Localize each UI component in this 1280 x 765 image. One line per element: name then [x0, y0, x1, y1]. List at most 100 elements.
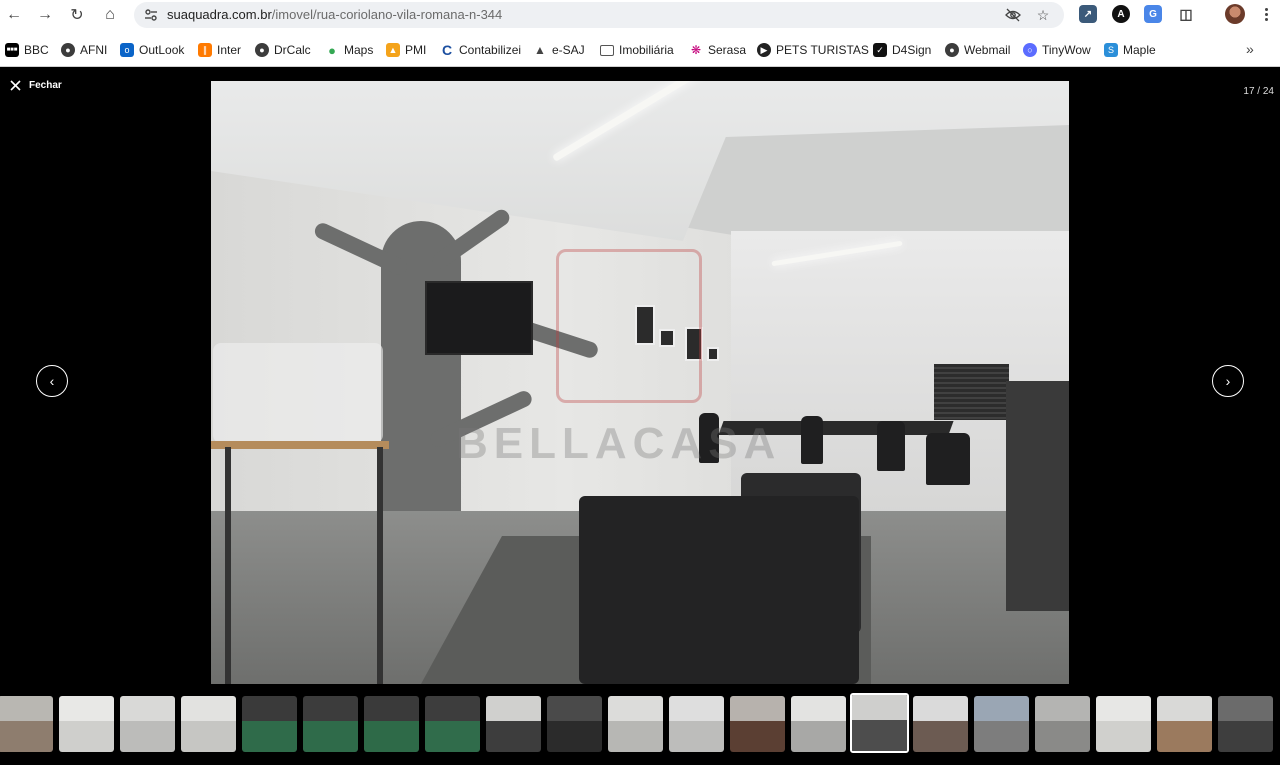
folder-icon — [600, 44, 614, 56]
maps-pin-icon: ● — [328, 42, 336, 58]
bookmark-label: D4Sign — [892, 43, 932, 57]
inter-icon: ∥ — [198, 43, 212, 57]
thumbnail[interactable] — [669, 696, 724, 752]
thumbnail[interactable] — [547, 696, 602, 752]
main-photo: BELLACASA — [211, 81, 1069, 684]
translate-icon[interactable]: G — [1144, 5, 1162, 23]
thumbnail[interactable] — [730, 696, 785, 752]
thumbnail[interactable] — [608, 696, 663, 752]
thumbnail[interactable] — [1157, 696, 1212, 752]
bbc-icon: ■■■ — [5, 43, 19, 57]
bookmark-serasa[interactable]: ❋ Serasa — [689, 42, 746, 58]
reload-icon[interactable]: ↻ — [66, 4, 88, 26]
bookmark-label: Serasa — [708, 43, 747, 57]
bookmark-drcalc[interactable]: ● DrCalc — [255, 42, 311, 58]
bookmark-label: PMI — [405, 43, 427, 57]
url-domain: suaquadra.com.br — [167, 7, 272, 22]
globe-icon: ● — [945, 43, 959, 57]
next-photo-button[interactable]: › — [1212, 365, 1244, 397]
thumbnail[interactable] — [486, 696, 541, 752]
bookmark-label: AFNI — [80, 43, 108, 57]
bookmark-pmi[interactable]: ▲ PMI — [386, 42, 426, 58]
bookmark-inter[interactable]: ∥ Inter — [198, 42, 241, 58]
thumbnail[interactable] — [0, 696, 53, 752]
contabilizei-icon: C — [441, 42, 453, 58]
bookmark-maple[interactable]: S Maple — [1104, 42, 1156, 58]
bookmark-imobiliaria[interactable]: Imobiliária — [600, 42, 674, 58]
thumbnail[interactable] — [364, 696, 419, 752]
url-path: /imovel/rua-coriolano-vila-romana-n-344 — [271, 7, 503, 22]
watermark-logo — [556, 249, 702, 403]
outlook-icon: o — [120, 43, 134, 57]
bookmark-label: Inter — [217, 43, 242, 57]
pets-icon: ▶ — [757, 43, 771, 57]
extension-a-icon[interactable]: A — [1112, 5, 1130, 23]
bookmark-contabilizei[interactable]: C Contabilizei — [440, 42, 521, 58]
d4sign-icon: ✓ — [873, 43, 887, 57]
close-icon — [10, 79, 21, 91]
bookmark-label: Maple — [1123, 43, 1156, 57]
back-arrow-icon[interactable]: ← — [3, 4, 25, 26]
close-button[interactable]: Fechar — [10, 77, 62, 93]
thumbnail[interactable] — [1218, 696, 1273, 752]
esaj-icon: ▲ — [534, 43, 546, 57]
address-bar[interactable]: suaquadra.com.br/imovel/rua-coriolano-vi… — [134, 2, 1064, 28]
thumbnail[interactable] — [1035, 696, 1090, 752]
profile-avatar[interactable] — [1225, 4, 1245, 24]
bookmark-tinywow[interactable]: ○ TinyWow — [1023, 42, 1091, 58]
bookmark-webmail[interactable]: ● Webmail — [945, 42, 1010, 58]
browser-menu-icon[interactable] — [1258, 4, 1274, 24]
bookmark-outlook[interactable]: o OutLook — [120, 42, 184, 58]
bookmark-label: BBC — [24, 43, 49, 57]
browser-chrome: ← → ↻ ⌂ suaquadra.com.br/imovel/rua-cori… — [0, 0, 1280, 67]
bookmark-label: Contabilizei — [459, 43, 522, 57]
pmi-icon: ▲ — [386, 43, 400, 57]
bookmark-maps[interactable]: ● Maps — [325, 42, 373, 58]
chevron-right-icon: › — [1225, 373, 1231, 389]
bookmark-label: e-SAJ — [552, 43, 585, 57]
extensions-puzzle-icon[interactable]: ◫ — [1177, 5, 1195, 23]
tinywow-icon: ○ — [1023, 43, 1037, 57]
watermark-text: BELLACASA — [456, 419, 782, 468]
thumbnail[interactable] — [242, 696, 297, 752]
bookmark-bbc[interactable]: ■■■ BBC — [5, 42, 49, 58]
browser-toolbar: ← → ↻ ⌂ suaquadra.com.br/imovel/rua-cori… — [0, 0, 1280, 30]
bookmark-pets-turistas[interactable]: ▶ PETS TURISTAS — [757, 42, 869, 58]
bookmark-esaj[interactable]: ▲ e-SAJ — [533, 42, 585, 58]
close-label: Fechar — [29, 79, 62, 91]
bookmark-label: DrCalc — [274, 43, 311, 57]
home-icon[interactable]: ⌂ — [99, 4, 121, 26]
thumbnail-strip — [0, 693, 1280, 753]
photo-counter: 17 / 24 — [1243, 86, 1274, 97]
eye-off-icon[interactable] — [1004, 6, 1022, 24]
thumbnail[interactable] — [1096, 696, 1151, 752]
url-text[interactable]: suaquadra.com.br/imovel/rua-coriolano-vi… — [167, 7, 502, 22]
site-settings-icon[interactable] — [142, 6, 160, 24]
photo-viewer: Fechar 17 / 24 ‹ › BELLACASA — [0, 67, 1280, 765]
thumbnail[interactable] — [59, 696, 114, 752]
thumbnail[interactable] — [425, 696, 480, 752]
bookmark-d4sign[interactable]: ✓ D4Sign — [873, 42, 931, 58]
bookmark-label: OutLook — [139, 43, 185, 57]
bookmarks-overflow-icon[interactable]: » — [1246, 41, 1254, 57]
thumbnail[interactable] — [181, 696, 236, 752]
chevron-left-icon: ‹ — [49, 373, 55, 389]
bookmarks-bar: ■■■ BBC ● AFNI o OutLook ∥ Inter ● DrCalc ● Ma… — [0, 38, 1280, 62]
bookmark-label: Webmail — [964, 43, 1011, 57]
extension-link-icon[interactable]: ↗ — [1079, 5, 1097, 23]
thumbnail[interactable] — [120, 696, 175, 752]
bookmark-label: Maps — [344, 43, 374, 57]
bookmark-label: Imobiliária — [619, 43, 674, 57]
thumbnail[interactable] — [974, 696, 1029, 752]
previous-photo-button[interactable]: ‹ — [36, 365, 68, 397]
bookmark-afni[interactable]: ● AFNI — [61, 42, 107, 58]
bookmark-label: TinyWow — [1042, 43, 1091, 57]
globe-icon: ● — [255, 43, 269, 57]
forward-arrow-icon[interactable]: → — [34, 4, 56, 26]
thumbnail[interactable] — [913, 696, 968, 752]
thumbnail[interactable] — [850, 693, 909, 753]
thumbnail[interactable] — [303, 696, 358, 752]
thumbnail[interactable] — [791, 696, 846, 752]
bookmark-star-icon[interactable]: ☆ — [1034, 6, 1052, 24]
maple-icon: S — [1104, 43, 1118, 57]
